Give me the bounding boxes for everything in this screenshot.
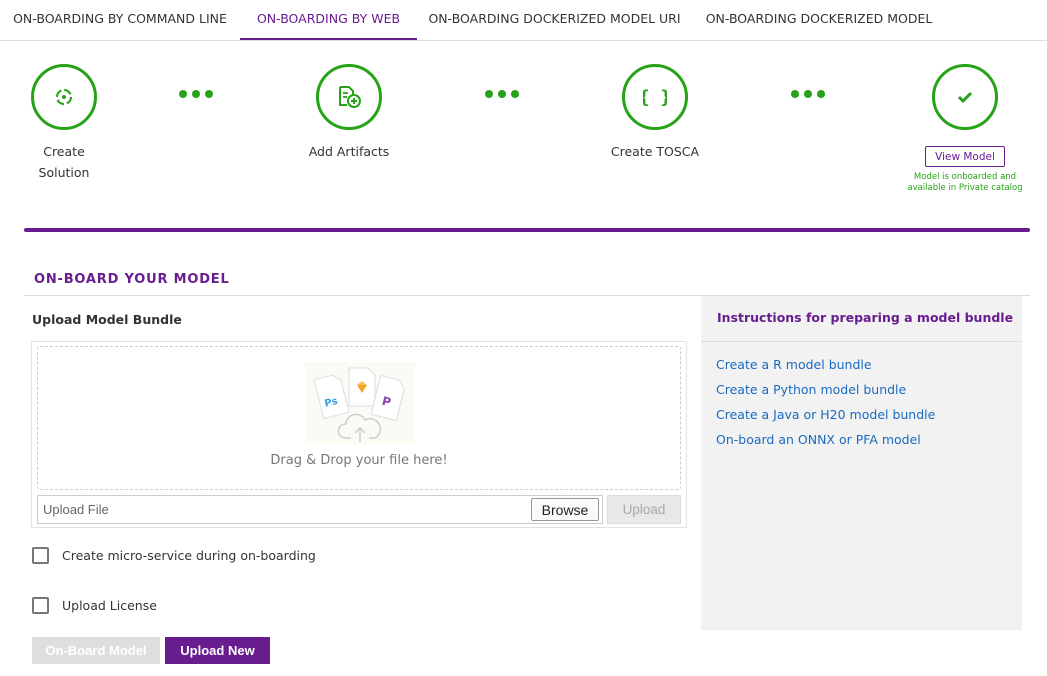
upload-button[interactable]: Upload [607,495,681,524]
svg-text:{ }: { } [643,87,667,108]
tab-command-line[interactable]: ON-BOARDING BY COMMAND LINE [0,0,240,40]
step-label-add-artifacts: Add Artifacts [308,144,390,159]
step-connector-2 [485,90,519,98]
upload-file-field[interactable] [37,495,603,524]
upload-license-label: Upload License [62,598,157,613]
step-create-tosca: { } [622,64,688,130]
upload-new-button[interactable]: Upload New [165,637,270,664]
section-title: ON-BOARD YOUR MODEL [34,272,230,287]
file-types-illustration-icon: Ps P [305,362,415,444]
upload-model-bundle-title: Upload Model Bundle [32,312,182,327]
step-connector-3 [791,90,825,98]
target-icon [55,88,73,106]
instructions-divider [701,341,1022,342]
checkmark-icon [957,91,973,104]
braces-icon: { } [643,87,667,108]
step-label-create-tosca: Create TOSCA [610,144,700,159]
add-file-icon [339,86,361,108]
step-create-solution [31,64,97,130]
microservice-checkbox[interactable] [32,547,49,564]
link-python-model-bundle[interactable]: Create a Python model bundle [716,382,906,397]
progress-line [24,228,1030,232]
instructions-title: Instructions for preparing a model bundl… [717,310,1014,325]
link-java-h2o-model-bundle[interactable]: Create a Java or H20 model bundle [716,407,935,422]
step-label-line2: Solution [38,165,90,180]
view-model-button[interactable]: View Model [925,146,1005,167]
browse-button[interactable]: Browse [531,498,599,521]
drop-zone-text: Drag & Drop your file here! [270,453,448,468]
tab-web[interactable]: ON-BOARDING BY WEB [240,0,417,40]
microservice-checkbox-label: Create micro-service during on-boarding [62,548,316,563]
tab-bar: ON-BOARDING BY COMMAND LINE ON-BOARDING … [0,0,1047,41]
tab-dockerized-model[interactable]: ON-BOARDING DOCKERIZED MODEL [692,0,946,40]
link-r-model-bundle[interactable]: Create a R model bundle [716,357,872,372]
step-label-create-solution: Create Solution [24,141,104,183]
onboarded-status-message: Model is onboarded and available in Priv… [907,172,1023,193]
step-complete [932,64,998,130]
step-connector-1 [179,90,213,98]
upload-license-checkbox[interactable] [32,597,49,614]
link-onnx-pfa-model[interactable]: On-board an ONNX or PFA model [716,432,921,447]
onboard-model-button[interactable]: On-Board Model [32,637,160,664]
step-label-line1: Create [43,144,85,159]
instructions-panel: Instructions for preparing a model bundl… [701,296,1022,630]
step-add-artifacts [316,64,382,130]
tab-dockerized-model-uri[interactable]: ON-BOARDING DOCKERIZED MODEL URI [417,0,692,40]
